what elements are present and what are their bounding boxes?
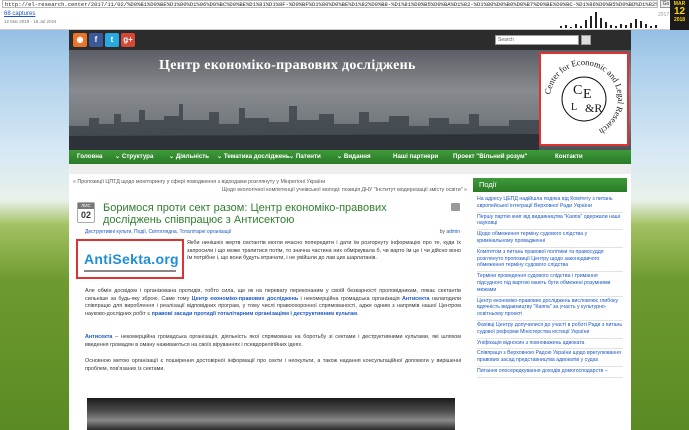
histogram-bar: [595, 12, 597, 28]
prev-post-link[interactable]: « Пропозиції ЦПТД щодо моніторингу у сфе…: [73, 179, 325, 185]
sidebar-heading: Події: [473, 178, 627, 192]
celr-logo-image: Center for Economic and Legal Research C…: [542, 57, 626, 137]
print-icon[interactable]: [451, 203, 460, 211]
captures-link[interactable]: 68 captures: [4, 11, 35, 17]
author-link[interactable]: admin: [446, 229, 460, 235]
current-day: 12: [673, 6, 686, 17]
site-header: Центр економіко-правових досліджень Cent…: [69, 50, 631, 150]
nav-item[interactable]: Наші партнери: [393, 153, 438, 160]
histogram-bar: [605, 22, 607, 28]
histogram-bar: [625, 25, 627, 28]
nav-item[interactable]: Контакти: [555, 153, 583, 160]
svg-text:E: E: [583, 87, 592, 102]
current-year: 2018: [673, 17, 686, 23]
logo-underline: [84, 270, 176, 272]
post-meta: Деструктивні культи, Події, Світоглядна,…: [85, 229, 460, 235]
website: ◉ f t g+ Search Центр економіко-правових до…: [69, 30, 631, 430]
histogram-bar: [620, 24, 622, 28]
post-author-line: by admin: [440, 229, 460, 235]
nav-item[interactable]: Проект "Вільний розум": [453, 153, 527, 160]
twitter-icon[interactable]: t: [105, 33, 119, 47]
capture-histogram[interactable]: [560, 9, 668, 28]
sidebar-news-link[interactable]: Терміни проведення судового слідства і т…: [477, 272, 623, 297]
post-day: 02: [80, 210, 91, 220]
facebook-icon[interactable]: f: [89, 33, 103, 47]
antisekta-logo-text: AntiSekta.org: [84, 251, 179, 267]
next-post-link[interactable]: Щодо екологічної компетенції учнівської …: [73, 186, 467, 194]
paragraph-antisekta: Антисекта – некомерційна громадська орга…: [85, 334, 461, 348]
sidebar-news-link[interactable]: Першу партію книг від видавництва "Каяпа…: [477, 213, 623, 231]
histogram-bar: [560, 26, 562, 28]
svg-text:&R: &R: [585, 101, 602, 115]
histogram-bar: [630, 23, 632, 28]
article-photo: [87, 398, 455, 430]
rss-icon[interactable]: ◉: [73, 33, 87, 47]
sidebar-news-link[interactable]: На адресу ЦЕПД надійшла подяка від Коміт…: [477, 195, 623, 213]
site-title[interactable]: Центр економіко-правових досліджень: [159, 58, 416, 74]
sidebar-news-link[interactable]: Уніфікація відносин з повноважень адвока…: [477, 339, 623, 350]
googleplus-icon[interactable]: g+: [121, 33, 135, 47]
histogram-bar: [655, 25, 657, 28]
histogram-bar: [640, 21, 642, 28]
search-button[interactable]: [581, 35, 591, 45]
histogram-bar: [580, 26, 582, 28]
nav-item[interactable]: ⌄ Тематика досліджень: [217, 153, 290, 160]
nav-item[interactable]: ⌄ Діяльність: [169, 153, 209, 160]
histogram-bar: [565, 25, 567, 28]
histogram-bar: [645, 24, 647, 28]
wayback-url-field[interactable]: http://el-research.center/2017/11/02/%D0…: [2, 0, 658, 8]
sidebar-news-link[interactable]: Комітетом з питань правової політики та …: [477, 248, 623, 273]
nav-item[interactable]: ⌄ Патенти: [289, 153, 321, 160]
histogram-bar: [600, 18, 602, 28]
post-title[interactable]: Боримося проти сект разом: Центр економі…: [103, 202, 443, 226]
content-separator: [69, 164, 631, 174]
post-date-badge: ЛИС 02: [77, 202, 95, 223]
post-categories[interactable]: Деструктивні культи, Події, Світоглядна,…: [85, 229, 231, 235]
histogram-bar: [635, 19, 637, 28]
celr-logo[interactable]: Center for Economic and Legal Research C…: [539, 52, 629, 146]
histogram-bar: [575, 24, 577, 28]
post-article: ЛИС 02 Боримося проти сект разом: Центр …: [73, 198, 467, 430]
sidebar: Події На адресу ЦЕПД надійшла подяка від…: [473, 178, 627, 430]
top-bar: ◉ f t g+ Search: [69, 30, 631, 50]
post-navigation: « Пропозиції ЦПТД щодо моніторингу у сфе…: [73, 178, 467, 194]
paragraph-cooperation: Але обмін досвідом і організована протид…: [85, 288, 461, 317]
histogram-bar: [650, 26, 652, 28]
svg-text:L: L: [571, 102, 577, 113]
search-input[interactable]: Search: [495, 35, 579, 45]
current-capture-date[interactable]: MAR 12 2018: [670, 0, 689, 30]
nav-item[interactable]: ⌄ Видання: [337, 153, 371, 160]
paragraph-intro: Якби нинішніх жертв сектантів могли вчас…: [187, 240, 461, 262]
histogram-bar: [585, 20, 587, 28]
sidebar-news-link[interactable]: Центр економіко-правових досліджень висл…: [477, 297, 623, 321]
author-prefix: by: [439, 229, 445, 235]
sidebar-news-link[interactable]: Фахівці Центру долучилися до участі в ро…: [477, 321, 623, 339]
histogram-bar: [610, 25, 612, 28]
histogram-bar: [615, 26, 617, 28]
sidebar-news-link[interactable]: Щодо обмеження терміну судового слідства…: [477, 230, 623, 248]
sidebar-news-link[interactable]: Питання опосередкування доходів домогосп…: [477, 367, 623, 378]
city-skyline-image: [69, 104, 539, 150]
paragraph-goal: Основною метою організації є поширення д…: [85, 358, 461, 372]
nav-item[interactable]: ⌄ Структура: [115, 153, 153, 160]
sidebar-news-link[interactable]: Співпраця з Верховною Радою України щодо…: [477, 349, 623, 367]
sidebar-news-list: На адресу ЦЕПД надійшла подяка від Коміт…: [477, 195, 623, 378]
wayback-toolbar: http://el-research.center/2017/11/02/%D0…: [0, 0, 689, 30]
capture-date-range: 12 Mar 2018 - 18 Jul 2024: [4, 19, 57, 24]
histogram-bar: [590, 16, 592, 28]
svg-text:C: C: [573, 83, 582, 98]
main-navigation: Головна ⌄ Структура ⌄ Діяльність ⌄ Тематика…: [69, 150, 631, 164]
prev-year-link[interactable]: 2017: [658, 12, 669, 18]
histogram-bar: [570, 27, 572, 28]
nav-item[interactable]: Головна: [77, 153, 102, 160]
antisekta-logo[interactable]: AntiSekta.org: [76, 239, 184, 279]
